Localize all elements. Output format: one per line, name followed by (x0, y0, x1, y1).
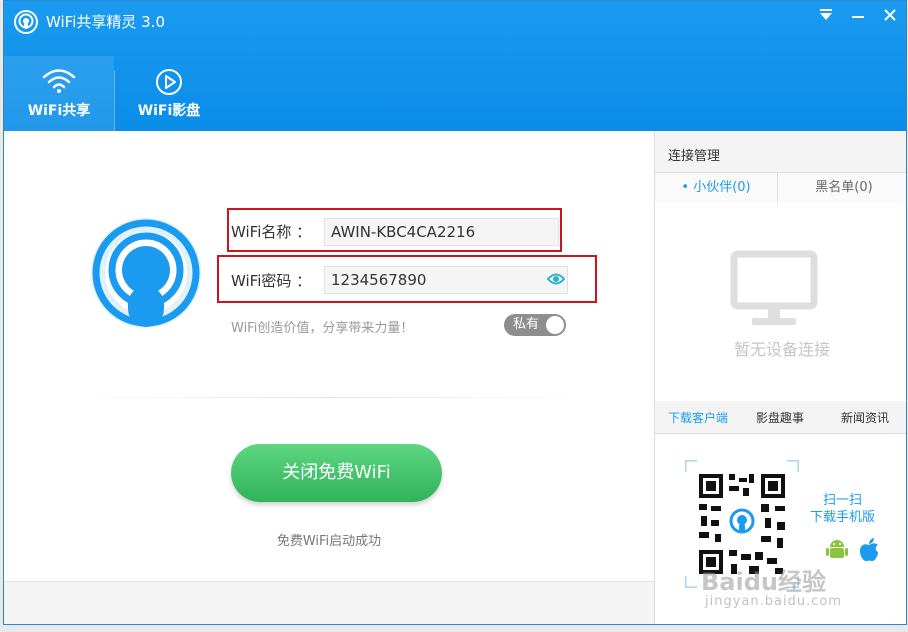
link-news[interactable]: 新闻资讯 (841, 409, 889, 426)
close-button[interactable] (874, 1, 906, 29)
scan-line-2: 下载手机版 (810, 510, 876, 525)
window-controls (810, 1, 906, 29)
scan-line-1: 扫一扫 (823, 493, 863, 508)
wifi-sharing-logo-icon (91, 218, 201, 328)
no-device-text: 暂无设备连接 (733, 340, 830, 359)
play-icon (156, 69, 182, 95)
sidebar-title: 连接管理 (668, 149, 721, 164)
private-toggle[interactable]: 私有 (504, 314, 566, 336)
slogan-text: WiFi创造价值，分享带来力量！ (231, 321, 414, 336)
divider (74, 397, 584, 398)
title-bar: WiFi共享精灵 3.0 WiFi共享 WiFi影盘 (4, 1, 906, 131)
wifi-icon (42, 69, 76, 93)
device-list-panel: 暂无设备连接 (655, 203, 906, 401)
bottom-bar (4, 581, 654, 624)
os-icons (825, 537, 881, 563)
apple-icon[interactable] (857, 537, 881, 563)
app-logo-icon (14, 10, 38, 34)
chevron-down-icon (820, 9, 832, 20)
baidu-watermark: Baidu经验 (701, 568, 826, 596)
tab-buddies[interactable]: • 小伙伴(0) (655, 173, 777, 203)
wifi-name-label: WiFi名称 ： (231, 223, 312, 241)
link-download-client[interactable]: 下载客户端 (668, 409, 728, 426)
tab-wifi-disk-label: WiFi影盘 (137, 103, 201, 119)
wifi-name-input[interactable]: AWIN-KBC4CA2216 (324, 218, 559, 246)
connection-sidebar: 连接管理 • 小伙伴(0) 黑名单(0) 暂无设备连接 下载客户端 影盘趣事 新… (654, 131, 906, 624)
close-icon (884, 9, 896, 21)
tab-wifi-disk[interactable]: WiFi影盘 (114, 56, 224, 131)
close-free-wifi-button[interactable]: 关闭免费WiFi (231, 444, 442, 502)
private-toggle-label: 私有 (513, 317, 540, 332)
sidebar-tabs: • 小伙伴(0) 黑名单(0) (655, 172, 906, 204)
app-window: WiFi共享精灵 3.0 WiFi共享 WiFi影盘 WiFi名称 ： AWIN… (3, 0, 907, 625)
toggle-knob (546, 316, 564, 334)
wifi-password-input[interactable]: 1234567890 (324, 266, 568, 294)
show-password-eye-icon[interactable] (547, 272, 565, 286)
main-panel: WiFi名称 ： AWIN-KBC4CA2216 WiFi密码 ： 123456… (4, 131, 654, 581)
tab-wifi-share[interactable]: WiFi共享 (4, 56, 114, 131)
wifi-password-label: WiFi密码 ： (231, 272, 312, 290)
qr-download-area: 扫一扫 下载手机版 Baidu经验 jingyan.baidu.com (655, 434, 906, 624)
monitor-icon (730, 250, 818, 325)
app-title: WiFi共享精灵 3.0 (46, 13, 165, 31)
tab-blacklist[interactable]: 黑名单(0) (777, 173, 906, 203)
minimize-button[interactable] (842, 1, 874, 29)
link-disk-stories[interactable]: 影盘趣事 (756, 409, 804, 426)
sidebar-link-tabs: 下载客户端 影盘趣事 新闻资讯 (655, 401, 906, 434)
minimize-icon (852, 16, 864, 18)
tab-wifi-share-label: WiFi共享 (27, 103, 91, 119)
scan-download-text: 扫一扫 下载手机版 (810, 492, 875, 526)
baidu-watermark-url: jingyan.baidu.com (705, 594, 842, 609)
nav-separator (114, 71, 115, 131)
android-icon[interactable] (825, 537, 849, 561)
menu-dropdown-button[interactable] (810, 1, 842, 29)
status-text: 免费WiFi启动成功 (276, 534, 382, 549)
